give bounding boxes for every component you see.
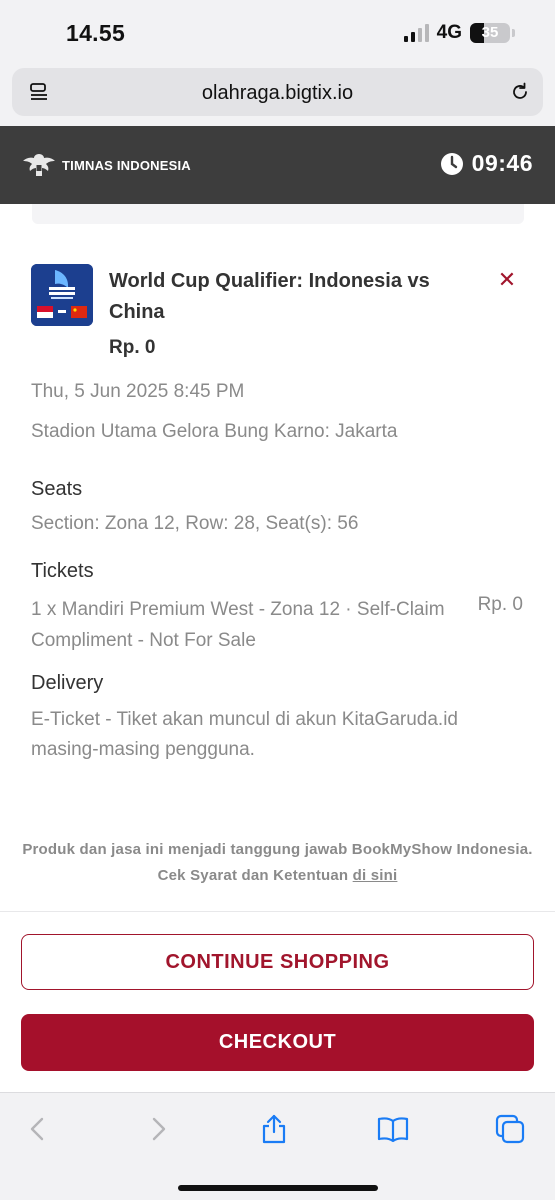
checkout-button[interactable]: CHECKOUT [21, 1014, 534, 1071]
garuda-logo-icon [23, 154, 55, 176]
battery-level: 35 [481, 24, 499, 41]
divider [0, 911, 555, 912]
status-time: 14.55 [66, 20, 126, 46]
tabs-icon[interactable] [494, 1113, 526, 1145]
afc-qualifiers-image [31, 264, 93, 326]
event-thumbnail [31, 264, 93, 326]
delivery-description: E-Ticket - Tiket akan muncul di akun Kit… [31, 709, 458, 760]
seats-value: Section: Zona 12, Row: 28, Seat(s): 56 [31, 513, 359, 534]
forward-icon[interactable] [142, 1113, 174, 1145]
event-price: Rp. 0 [109, 337, 156, 358]
bookmarks-icon[interactable] [377, 1113, 409, 1145]
site-header: TIMNAS INDONESIA 09:46 [0, 126, 555, 204]
event-date: Thu, 5 Jun 2025 8:45 PM [31, 381, 245, 402]
signal-icon [403, 24, 429, 42]
disclaimer-text: Produk dan jasa ini menjadi tanggung jaw… [22, 841, 533, 884]
share-icon[interactable] [258, 1113, 290, 1145]
continue-shopping-button[interactable]: CONTINUE SHOPPING [21, 934, 534, 990]
delivery-label: Delivery [31, 672, 104, 694]
brand-name: TIMNAS INDONESIA [62, 157, 191, 173]
tickets-price: Rp. 0 [477, 594, 523, 615]
tickets-description: 1 x Mandiri Premium West - Zona 12 · Sel… [31, 599, 445, 651]
battery-icon: 35 [470, 23, 510, 43]
home-indicator [178, 1185, 378, 1191]
browser-address-area: olahraga.bigtix.io [0, 64, 555, 126]
seats-label: Seats [31, 478, 83, 500]
url-text[interactable]: olahraga.bigtix.io [12, 82, 543, 105]
disclaimer: Produk dan jasa ini menjadi tanggung jaw… [20, 837, 535, 889]
network-type: 4G [436, 22, 462, 43]
session-timer: 09:46 [440, 150, 533, 177]
close-icon[interactable]: ✕ [497, 269, 517, 291]
previous-card-edge [32, 204, 524, 224]
browser-toolbar [0, 1092, 555, 1200]
tickets-label: Tickets [31, 560, 94, 582]
event-title: World Cup Qualifier: Indonesia vs China [109, 270, 430, 323]
reload-icon[interactable] [509, 81, 531, 103]
event-venue: Stadion Utama Gelora Bung Karno: Jakarta [31, 421, 398, 442]
battery-nub [512, 29, 515, 37]
timer-value: 09:46 [471, 150, 533, 176]
terms-link[interactable]: di sini [353, 867, 398, 884]
address-bar[interactable]: olahraga.bigtix.io [12, 68, 543, 116]
status-bar: 14.55 4G 35 [0, 0, 555, 64]
status-indicators: 4G 35 [403, 22, 515, 44]
clock-icon [440, 152, 463, 175]
back-icon[interactable] [22, 1113, 54, 1145]
brand[interactable]: TIMNAS INDONESIA [22, 150, 191, 180]
